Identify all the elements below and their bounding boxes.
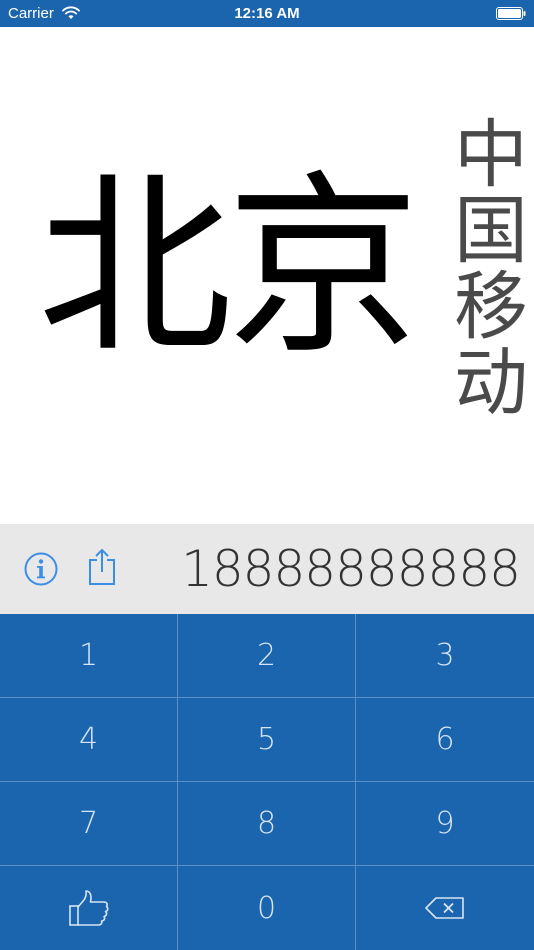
backspace-icon [425, 897, 464, 919]
phone-number-display: 18888888888 [181, 540, 521, 598]
key-9[interactable]: 9 [356, 782, 534, 866]
keypad: 1 2 3 4 5 6 7 8 9 0 [0, 614, 534, 950]
key-3[interactable]: 3 [356, 614, 534, 698]
lookup-result-display: 北京 中国移动 [0, 27, 534, 524]
app-screen: Carrier 12:16 AM 北京 中国移动 18888888888 1 2… [0, 0, 534, 950]
info-circle-icon [24, 552, 58, 586]
key-6[interactable]: 6 [356, 698, 534, 782]
share-icon [89, 548, 115, 585]
key-7[interactable]: 7 [0, 782, 178, 866]
key-0[interactable]: 0 [178, 866, 356, 950]
city-name: 北京 [38, 154, 420, 380]
key-5[interactable]: 5 [178, 698, 356, 782]
number-bar: 18888888888 [0, 524, 534, 614]
status-bar: Carrier 12:16 AM [0, 0, 534, 27]
backspace-button[interactable] [356, 866, 534, 950]
like-button[interactable] [0, 866, 178, 950]
key-2[interactable]: 2 [178, 614, 356, 698]
battery-icon [496, 7, 526, 20]
info-button[interactable] [22, 550, 60, 588]
operator-name: 中国移动 [454, 112, 528, 426]
status-time: 12:16 AM [234, 5, 300, 22]
share-button[interactable] [86, 546, 118, 588]
key-1[interactable]: 1 [0, 614, 178, 698]
thumbs-up-icon [68, 890, 109, 926]
key-8[interactable]: 8 [178, 782, 356, 866]
key-4[interactable]: 4 [0, 698, 178, 782]
